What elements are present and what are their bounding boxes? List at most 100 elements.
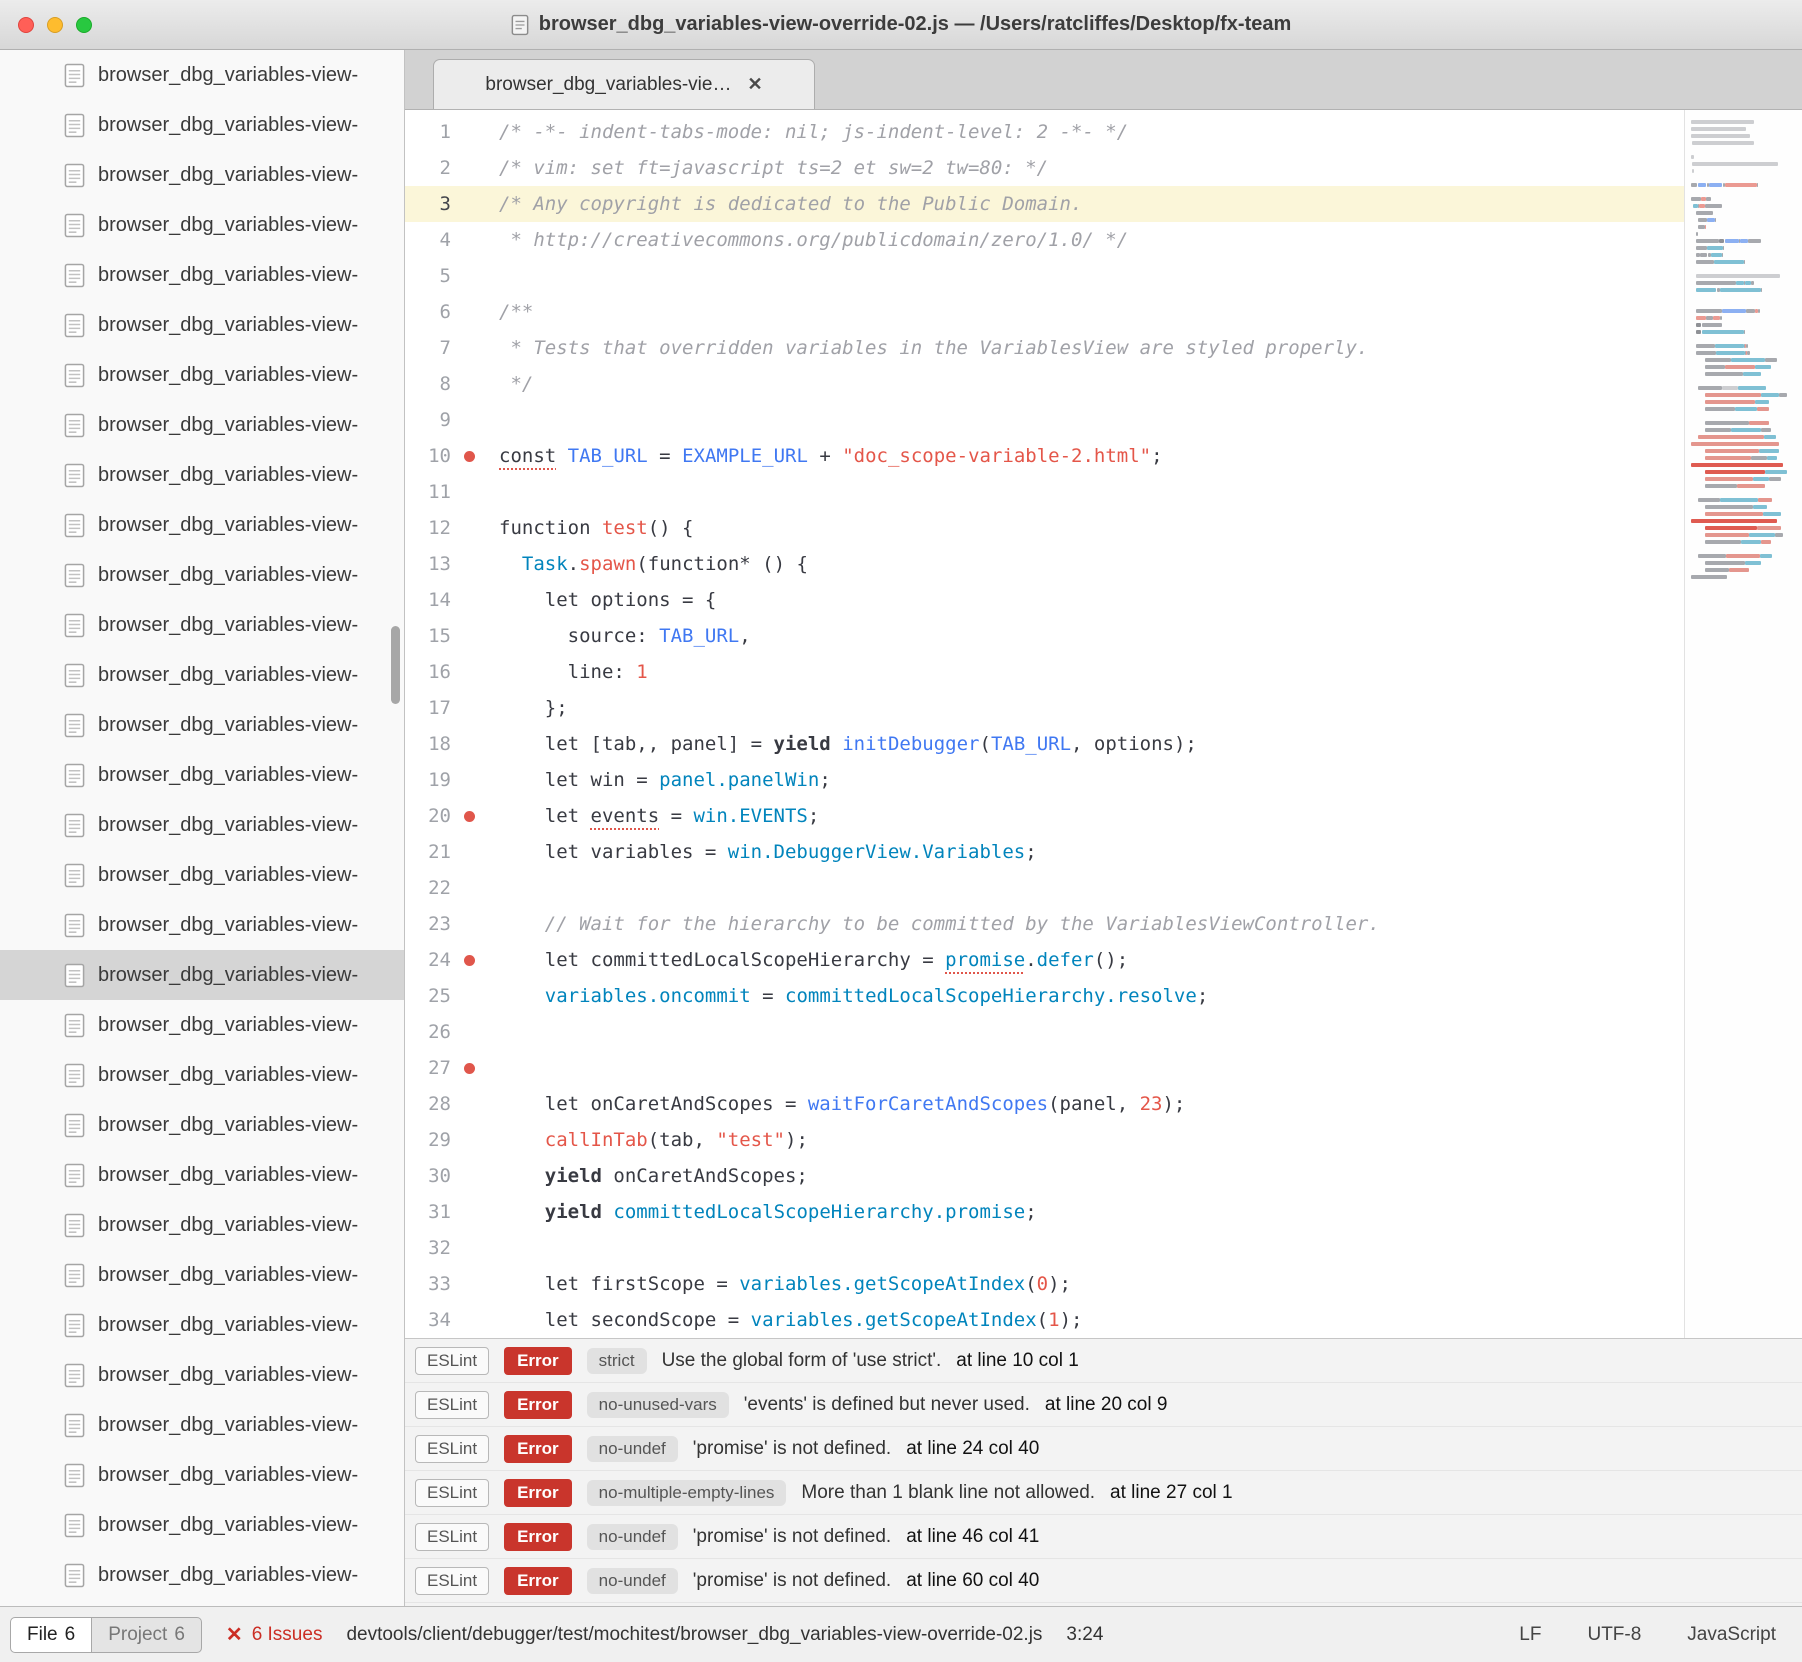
- code-line[interactable]: 32: [405, 1230, 1802, 1266]
- lint-issue-row[interactable]: ESLint Error no-unused-vars 'events' is …: [405, 1383, 1802, 1427]
- code-line[interactable]: 9: [405, 402, 1802, 438]
- line-number[interactable]: 19: [405, 762, 451, 798]
- line-number[interactable]: 5: [405, 258, 451, 294]
- line-number[interactable]: 3: [405, 186, 451, 222]
- lint-issue-row[interactable]: ESLint Error strict Use the global form …: [405, 1339, 1802, 1383]
- line-number[interactable]: 22: [405, 870, 451, 906]
- line-number[interactable]: 32: [405, 1230, 451, 1266]
- file-tree-item[interactable]: browser_dbg_variables-view-: [0, 800, 404, 850]
- line-number[interactable]: 12: [405, 510, 451, 546]
- code-line[interactable]: 4 * http://creativecommons.org/publicdom…: [405, 222, 1802, 258]
- code-line[interactable]: 22: [405, 870, 1802, 906]
- line-number[interactable]: 13: [405, 546, 451, 582]
- line-number[interactable]: 26: [405, 1014, 451, 1050]
- file-tree-item[interactable]: browser_dbg_variables-view-: [0, 1050, 404, 1100]
- issues-indicator[interactable]: ✕ 6 Issues: [226, 1622, 323, 1647]
- code-line[interactable]: 18 let [tab,, panel] = yield initDebugge…: [405, 726, 1802, 762]
- code-line[interactable]: 20 let events = win.EVENTS;: [405, 798, 1802, 834]
- issues-filter-file-button[interactable]: File 6: [10, 1617, 92, 1653]
- file-tree-item[interactable]: browser_dbg_variables-view-: [0, 700, 404, 750]
- file-tree-item[interactable]: browser_dbg_variables-view-: [0, 1200, 404, 1250]
- file-tree-item[interactable]: browser_dbg_variables-view-: [0, 1000, 404, 1050]
- line-number[interactable]: 30: [405, 1158, 451, 1194]
- code-line[interactable]: 8 */: [405, 366, 1802, 402]
- file-tree-item[interactable]: browser_dbg_variables-view-: [0, 1450, 404, 1500]
- line-number[interactable]: 24: [405, 942, 451, 978]
- language-indicator[interactable]: JavaScript: [1687, 1624, 1776, 1646]
- line-number[interactable]: 11: [405, 474, 451, 510]
- code-line[interactable]: 31 yield committedLocalScopeHierarchy.pr…: [405, 1194, 1802, 1230]
- code-line[interactable]: 12function test() {: [405, 510, 1802, 546]
- line-number[interactable]: 20: [405, 798, 451, 834]
- file-tree-item[interactable]: browser_dbg_variables-view-: [0, 350, 404, 400]
- line-number[interactable]: 25: [405, 978, 451, 1014]
- lint-issue-row[interactable]: ESLint Error no-multiple-empty-lines Mor…: [405, 1471, 1802, 1515]
- code-line[interactable]: 24 let committedLocalScopeHierarchy = pr…: [405, 942, 1802, 978]
- code-line[interactable]: 2/* vim: set ft=javascript ts=2 et sw=2 …: [405, 150, 1802, 186]
- code-line[interactable]: 7 * Tests that overridden variables in t…: [405, 330, 1802, 366]
- code-line[interactable]: 25 variables.oncommit = committedLocalSc…: [405, 978, 1802, 1014]
- line-number[interactable]: 28: [405, 1086, 451, 1122]
- file-tree-item[interactable]: browser_dbg_variables-view-: [0, 1300, 404, 1350]
- lint-issue-row[interactable]: ESLint Error no-undef 'promise' is not d…: [405, 1427, 1802, 1471]
- line-number[interactable]: 31: [405, 1194, 451, 1230]
- minimize-window-button[interactable]: [47, 17, 63, 33]
- file-tree-item[interactable]: browser_dbg_variables-view-: [0, 50, 404, 100]
- file-tree-item[interactable]: browser_dbg_variables-view-: [0, 250, 404, 300]
- file-tree-item[interactable]: browser_dbg_variables-view-: [0, 450, 404, 500]
- line-number[interactable]: 18: [405, 726, 451, 762]
- line-number[interactable]: 17: [405, 690, 451, 726]
- code-line[interactable]: 13 Task.spawn(function* () {: [405, 546, 1802, 582]
- titlebar[interactable]: browser_dbg_variables-view-override-02.j…: [0, 0, 1802, 50]
- code-line[interactable]: 14 let options = {: [405, 582, 1802, 618]
- code-line[interactable]: 33 let firstScope = variables.getScopeAt…: [405, 1266, 1802, 1302]
- file-tree-item[interactable]: browser_dbg_variables-view-: [0, 1350, 404, 1400]
- lint-issue-row[interactable]: ESLint Error no-undef 'promise' is not d…: [405, 1515, 1802, 1559]
- tab-active[interactable]: browser_dbg_variables-vie… ✕: [433, 59, 815, 109]
- lint-issue-row[interactable]: ESLint Error no-undef 'promise' is not d…: [405, 1559, 1802, 1603]
- encoding-indicator[interactable]: UTF-8: [1587, 1624, 1641, 1646]
- code-line[interactable]: 10const TAB_URL = EXAMPLE_URL + "doc_sco…: [405, 438, 1802, 474]
- line-number[interactable]: 7: [405, 330, 451, 366]
- file-tree-item[interactable]: browser_dbg_variables-view-: [0, 150, 404, 200]
- code-line[interactable]: 11: [405, 474, 1802, 510]
- code-line[interactable]: 27: [405, 1050, 1802, 1086]
- code-line[interactable]: 28 let onCaretAndScopes = waitForCaretAn…: [405, 1086, 1802, 1122]
- code-line[interactable]: 19 let win = panel.panelWin;: [405, 762, 1802, 798]
- issues-filter-project-button[interactable]: Project 6: [91, 1617, 202, 1653]
- code-editor[interactable]: 1/* -*- indent-tabs-mode: nil; js-indent…: [405, 110, 1802, 1338]
- code-line[interactable]: 3/* Any copyright is dedicated to the Pu…: [405, 186, 1802, 222]
- file-tree-item[interactable]: browser_dbg_variables-view-: [0, 1150, 404, 1200]
- file-tree-item[interactable]: browser_dbg_variables-view-: [0, 1550, 404, 1600]
- line-number[interactable]: 10: [405, 438, 451, 474]
- code-line[interactable]: 16 line: 1: [405, 654, 1802, 690]
- file-tree-item[interactable]: browser_dbg_variables-view-: [0, 650, 404, 700]
- line-number[interactable]: 15: [405, 618, 451, 654]
- code-line[interactable]: 6/**: [405, 294, 1802, 330]
- close-window-button[interactable]: [18, 17, 34, 33]
- line-number[interactable]: 6: [405, 294, 451, 330]
- code-line[interactable]: 15 source: TAB_URL,: [405, 618, 1802, 654]
- cursor-position[interactable]: 3:24: [1066, 1624, 1103, 1646]
- line-number[interactable]: 21: [405, 834, 451, 870]
- code-line[interactable]: 5: [405, 258, 1802, 294]
- line-number[interactable]: 4: [405, 222, 451, 258]
- line-number[interactable]: 8: [405, 366, 451, 402]
- line-number[interactable]: 1: [405, 114, 451, 150]
- file-tree-item[interactable]: browser_dbg_variables-view-: [0, 950, 404, 1000]
- zoom-window-button[interactable]: [76, 17, 92, 33]
- file-tree-item[interactable]: browser_dbg_variables-view-: [0, 600, 404, 650]
- minimap[interactable]: [1684, 110, 1802, 1338]
- file-tree-item[interactable]: browser_dbg_variables-view-: [0, 200, 404, 250]
- code-line[interactable]: 23 // Wait for the hierarchy to be commi…: [405, 906, 1802, 942]
- file-tree-item[interactable]: browser_dbg_variables-view-: [0, 1250, 404, 1300]
- code-line[interactable]: 34 let secondScope = variables.getScopeA…: [405, 1302, 1802, 1338]
- file-tree-item[interactable]: browser_dbg_variables-view-: [0, 1500, 404, 1550]
- file-tree-item[interactable]: browser_dbg_variables-view-: [0, 1100, 404, 1150]
- line-number[interactable]: 27: [405, 1050, 451, 1086]
- line-number[interactable]: 23: [405, 906, 451, 942]
- code-line[interactable]: 21 let variables = win.DebuggerView.Vari…: [405, 834, 1802, 870]
- line-number[interactable]: 16: [405, 654, 451, 690]
- line-number[interactable]: 9: [405, 402, 451, 438]
- file-tree-item[interactable]: browser_dbg_variables-view-: [0, 750, 404, 800]
